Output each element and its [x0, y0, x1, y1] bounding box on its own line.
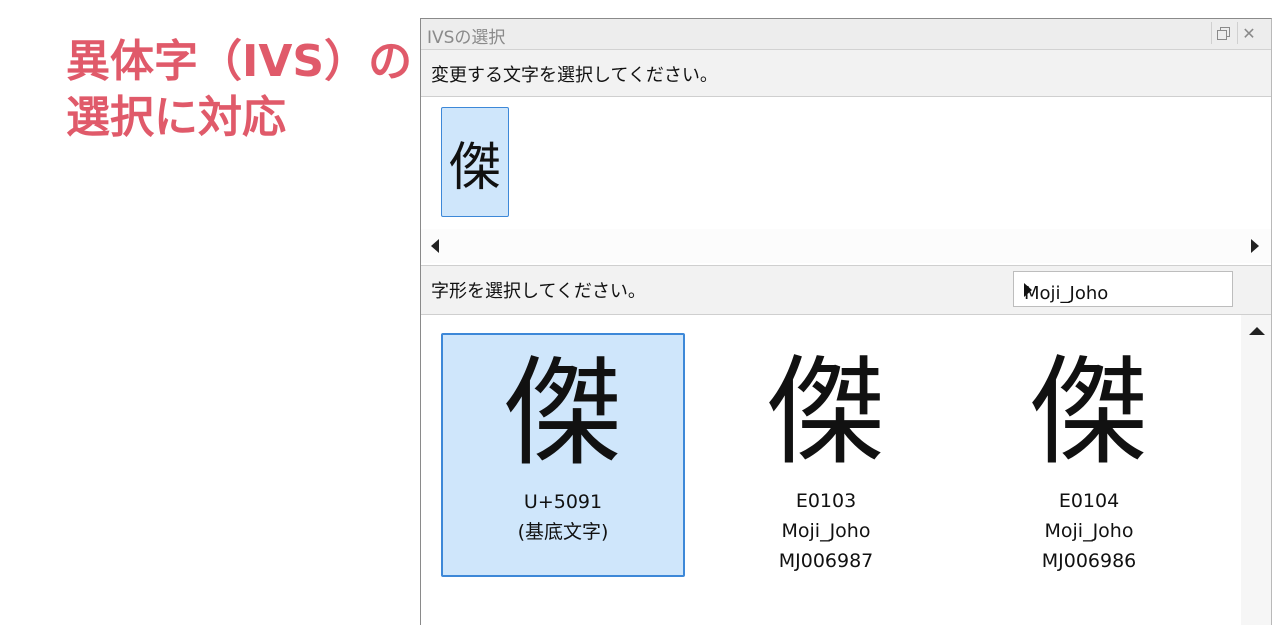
- restore-button[interactable]: [1211, 22, 1234, 44]
- glyph-card-base[interactable]: 傑 U+5091 (基底文字): [441, 333, 685, 577]
- close-icon: ✕: [1242, 23, 1256, 43]
- glyph-grid-scrollbar[interactable]: [1241, 315, 1271, 625]
- character-prompt: 変更する文字を選択してください。: [431, 65, 718, 86]
- glyph-caption: U+5091 (基底文字): [443, 487, 683, 547]
- character-list-scrollbar[interactable]: [421, 229, 1271, 263]
- caret-right-icon: [1024, 283, 1032, 297]
- restore-window-icon: [1217, 27, 1230, 40]
- glyph-mj-id: MJ006986: [1041, 550, 1137, 572]
- glyph-code: U+5091: [523, 491, 603, 513]
- glyph-preview: 傑: [503, 344, 622, 482]
- scroll-left-icon[interactable]: [431, 239, 439, 253]
- character-item-selected[interactable]: 傑: [441, 107, 509, 217]
- headline-line-1: 異体字（IVS）の: [66, 36, 413, 87]
- glyph-grid: 傑 U+5091 (基底文字) 傑 E0103 Moji_Joho MJ0069…: [421, 315, 1241, 625]
- collection-select-value: Moji_Joho: [1024, 283, 1109, 304]
- dialog-titlebar[interactable]: IVSの選択 ✕: [421, 19, 1271, 50]
- glyph-card-e0104[interactable]: 傑 E0104 Moji_Joho MJ006986: [967, 333, 1211, 577]
- glyph-note: (基底文字): [517, 521, 609, 543]
- character-prompt-bar: 変更する文字を選択してください。: [421, 50, 1271, 97]
- ivs-selection-dialog: IVSの選択 ✕ 変更する文字を選択してください。 傑 字形を選択してください。…: [420, 18, 1272, 625]
- glyph-mj-id: MJ006987: [778, 550, 874, 572]
- glyph-collection: Moji_Joho: [781, 520, 871, 542]
- headline-line-2: 選択に対応: [66, 92, 286, 143]
- glyph-caption: E0104 Moji_Joho MJ006986: [968, 486, 1210, 576]
- glyph-card-e0103[interactable]: 傑 E0103 Moji_Joho MJ006987: [704, 333, 948, 577]
- glyph-collection: Moji_Joho: [1044, 520, 1134, 542]
- glyph-prompt-bar: 字形を選択してください。 Moji_Joho: [421, 265, 1271, 315]
- scroll-up-icon[interactable]: [1249, 327, 1265, 335]
- close-button[interactable]: ✕: [1237, 22, 1260, 44]
- collection-select[interactable]: Moji_Joho: [1013, 271, 1233, 307]
- character-list: 傑: [421, 97, 1271, 227]
- promo-headline: 異体字（IVS）の 選択に対応: [66, 34, 412, 146]
- glyph-preview: 傑: [1029, 343, 1148, 481]
- scroll-right-icon[interactable]: [1251, 239, 1259, 253]
- glyph-code: E0103: [795, 490, 857, 512]
- glyph-preview: 傑: [766, 343, 885, 481]
- glyph-caption: E0103 Moji_Joho MJ006987: [705, 486, 947, 576]
- glyph-prompt: 字形を選択してください。: [431, 281, 646, 302]
- dialog-title: IVSの選択: [427, 28, 506, 48]
- glyph-code: E0104: [1058, 490, 1120, 512]
